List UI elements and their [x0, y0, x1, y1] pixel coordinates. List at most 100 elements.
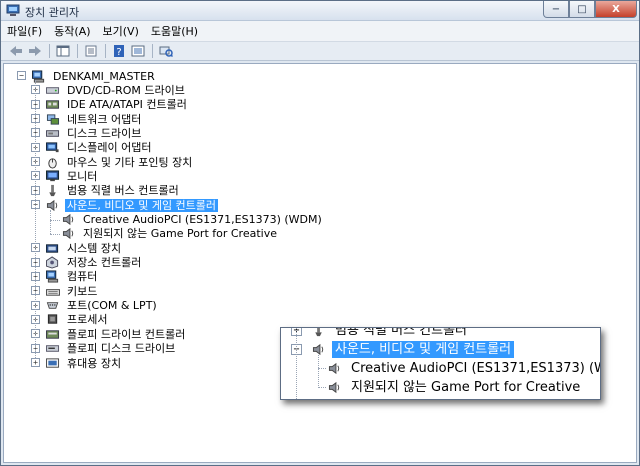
- tree-category-node[interactable]: 프로세서: [45, 313, 109, 327]
- tree-connector: [35, 80, 36, 358]
- properties-icon: [85, 45, 97, 57]
- toolbar-separator: [49, 44, 50, 58]
- toolbar-separator: [77, 44, 78, 58]
- storage-controller-icon: [46, 256, 59, 269]
- minimize-button[interactable]: −: [543, 1, 569, 18]
- dvd-drive-icon: [46, 87, 60, 94]
- tree-category-label: 저장소 컨트롤러: [67, 256, 142, 270]
- toolbar: ?: [1, 42, 639, 61]
- device-view-button[interactable]: [129, 43, 147, 59]
- tree-category-node[interactable]: 디스크 드라이브: [45, 126, 143, 140]
- properties-button[interactable]: [82, 43, 100, 59]
- expand-toggle[interactable]: +: [31, 358, 40, 367]
- zoom-category-node[interactable]: 사운드, 비디오 및 게임 컨트롤러: [311, 340, 515, 358]
- tree-category-node[interactable]: IDE ATA/ATAPI 컨트롤러: [45, 98, 189, 112]
- menu-help[interactable]: 도움말(H): [145, 21, 204, 42]
- system-device-icon: [46, 244, 59, 253]
- tree-category-node[interactable]: 플로피 디스크 드라이브: [45, 342, 177, 356]
- tree-category-node[interactable]: 저장소 컨트롤러: [45, 256, 143, 270]
- tree-category-node[interactable]: 사운드, 비디오 및 게임 컨트롤러: [45, 198, 219, 212]
- tree-category-node[interactable]: 휴대용 장치: [45, 356, 123, 370]
- tree-category-label: DVD/CD-ROM 드라이브: [67, 83, 185, 97]
- close-button[interactable]: X: [595, 1, 637, 18]
- forward-icon: [29, 46, 41, 56]
- speaker-icon: [312, 343, 324, 355]
- tree-category-label: 디스플레이 어댑터: [67, 141, 152, 155]
- tree-category-node[interactable]: 포트(COM & LPT): [45, 299, 159, 313]
- tree-category-label: 플로피 디스크 드라이브: [67, 342, 176, 356]
- floppy-controller-icon: [46, 330, 60, 339]
- device-manager-window: 장치 관리자 − □ X 파일(F) 동작(A) 보기(V) 도움말(H) ?: [0, 0, 640, 466]
- menu-action[interactable]: 동작(A): [48, 21, 96, 42]
- tree-connector: [50, 233, 60, 235]
- tree-device-label: Creative AudioPCI (ES1371,ES1373) (WDM): [83, 213, 322, 226]
- device-manager-app-icon: [6, 4, 20, 16]
- portable-device-icon: [46, 357, 60, 368]
- zoom-category-node-label: 범용 직렬 버스 컨트롤러: [335, 327, 467, 338]
- window-title: 장치 관리자: [25, 6, 80, 19]
- tree-category-label: 범용 직렬 버스 컨트롤러: [67, 184, 179, 198]
- mouse-icon: [48, 157, 57, 169]
- tree-category-label: 시스템 장치: [67, 241, 122, 255]
- zoom-device-node-label: Creative AudioPCI (ES1371,ES1373) (WDM): [351, 360, 600, 376]
- tree-category-node[interactable]: 컴퓨터: [45, 270, 99, 284]
- tree-category-label: 키보드: [67, 284, 98, 298]
- forward-button[interactable]: [26, 43, 44, 59]
- tree-category-label: IDE ATA/ATAPI 컨트롤러: [67, 98, 187, 112]
- tree-root-node[interactable]: DENKAMI_MASTER: [31, 69, 157, 83]
- ide-controller-icon: [46, 100, 60, 109]
- tree-category-label: 마우스 및 기타 포인팅 장치: [67, 155, 193, 169]
- menu-view[interactable]: 보기(V): [97, 21, 145, 42]
- scan-hardware-button[interactable]: [157, 43, 175, 59]
- collapse-toggle[interactable]: −: [17, 71, 26, 80]
- zoom-device-node-label: 지원되지 않는 Game Port for Creative: [351, 379, 581, 395]
- tree-category-label: 휴대용 장치: [67, 356, 122, 370]
- tree-category-node[interactable]: 키보드: [45, 284, 99, 298]
- help-icon: ?: [114, 45, 124, 57]
- tree-device-node[interactable]: Creative AudioPCI (ES1371,ES1373) (WDM): [61, 213, 324, 227]
- zoom-category-node[interactable]: 범용 직렬 버스 컨트롤러: [311, 327, 470, 339]
- tree-category-node[interactable]: 네트워크 어댑터: [45, 112, 143, 126]
- display-adapter-icon: [46, 142, 59, 153]
- tree-category-node[interactable]: 디스플레이 어댑터: [45, 141, 153, 155]
- tree-root-label: DENKAMI_MASTER: [53, 69, 155, 83]
- tree-category-node[interactable]: 모니터: [45, 169, 99, 183]
- tree-connector: [50, 210, 51, 234]
- tree-category-node[interactable]: 시스템 장치: [45, 241, 123, 255]
- tree-category-node[interactable]: DVD/CD-ROM 드라이브: [45, 83, 187, 97]
- tree-category-node[interactable]: 마우스 및 기타 포인팅 장치: [45, 155, 194, 169]
- device-tree-pane[interactable]: DENKAMI_MASTER − + DVD/CD-ROM 드라이브 + IDE ATA/…: [3, 63, 637, 463]
- maximize-button[interactable]: □: [569, 1, 595, 18]
- menu-file[interactable]: 파일(F): [1, 21, 48, 42]
- scan-hardware-icon: [159, 46, 173, 57]
- processor-icon: [47, 314, 58, 325]
- tree-connector: [50, 219, 60, 221]
- tree-category-node[interactable]: 플로피 드라이브 컨트롤러: [45, 327, 187, 341]
- usb-icon: [49, 185, 56, 197]
- title-bar[interactable]: 장치 관리자 − □ X: [1, 1, 639, 21]
- computer-icon: [46, 270, 59, 283]
- port-icon: [46, 302, 59, 309]
- tree-device-node[interactable]: 지원되지 않는 Game Port for Creative: [61, 227, 279, 241]
- tree-category-label: 네트워크 어댑터: [67, 112, 142, 126]
- zoom-inset: 범용 직렬 버스 컨트롤러 + 사운드, 비디오 및 게임 컨트롤러 − Creativ…: [280, 327, 601, 400]
- speaker-icon: [62, 228, 74, 240]
- back-button[interactable]: [7, 43, 25, 59]
- speaker-icon: [62, 213, 74, 226]
- help-button[interactable]: ?: [110, 43, 128, 59]
- network-adapter-icon: [46, 113, 60, 125]
- svg-text:?: ?: [116, 47, 121, 57]
- console-tree-button[interactable]: [54, 43, 72, 59]
- speaker-icon: [328, 362, 340, 374]
- keyboard-icon: [46, 288, 60, 296]
- toolbar-separator: [152, 44, 153, 58]
- tree-category-label: 플로피 드라이브 컨트롤러: [67, 327, 186, 341]
- tree-category-node[interactable]: 범용 직렬 버스 컨트롤러: [45, 184, 181, 198]
- zoom-category-node-label: 사운드, 비디오 및 게임 컨트롤러: [332, 340, 515, 358]
- usb-icon: [315, 328, 322, 336]
- tree-category-label: 디스크 드라이브: [67, 126, 142, 140]
- tree-connector: [318, 368, 326, 369]
- zoom-device-node[interactable]: 지원되지 않는 Game Port for Creative: [327, 378, 583, 396]
- console-tree-icon: [56, 45, 70, 57]
- zoom-device-node[interactable]: Creative AudioPCI (ES1371,ES1373) (WDM): [327, 359, 600, 377]
